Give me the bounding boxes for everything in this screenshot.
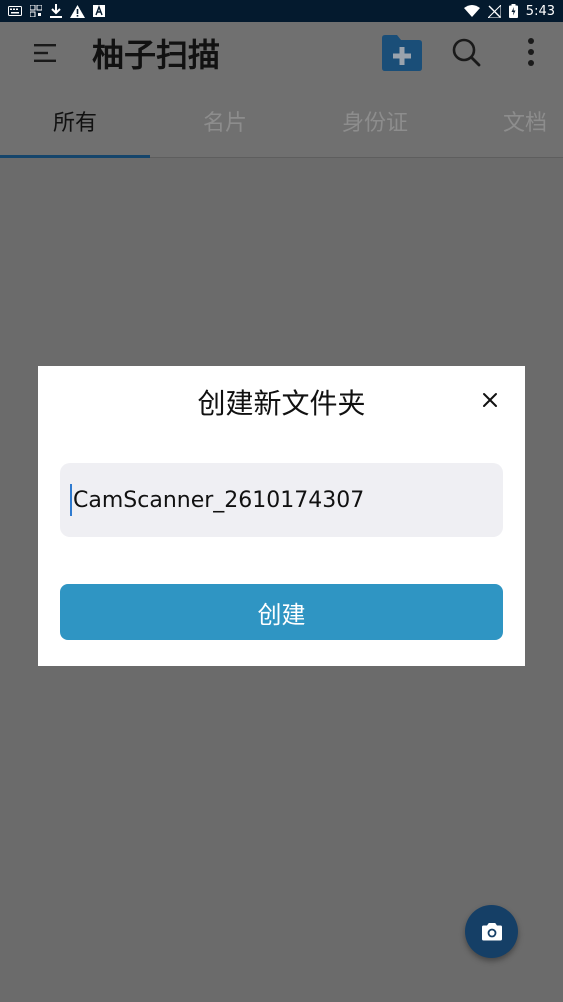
tab-indicator bbox=[0, 155, 150, 158]
search-button[interactable] bbox=[450, 36, 482, 68]
folder-name-input[interactable]: CamScanner_2610174307 bbox=[60, 463, 503, 537]
download-icon bbox=[50, 4, 62, 18]
more-vertical-icon bbox=[528, 38, 534, 66]
menu-icon bbox=[34, 44, 56, 62]
close-button[interactable] bbox=[476, 386, 504, 414]
create-folder-dialog: 创建新文件夹 CamScanner_2610174307 创建 bbox=[38, 366, 525, 666]
signal-off-icon bbox=[487, 4, 501, 18]
tab-documents[interactable]: 文档 bbox=[450, 84, 563, 158]
warning-icon bbox=[70, 4, 85, 18]
status-time: 5:43 bbox=[525, 3, 555, 19]
search-icon bbox=[452, 38, 481, 67]
screen: 5:43 柚子扫描 所有 名片 身份证 文档 创建新文件夹 CamScanner… bbox=[0, 0, 563, 1002]
status-bar: 5:43 bbox=[0, 0, 563, 22]
qr-icon bbox=[30, 5, 42, 17]
keyboard-icon bbox=[8, 6, 22, 16]
menu-button[interactable] bbox=[30, 40, 60, 66]
tab-all[interactable]: 所有 bbox=[0, 84, 150, 158]
more-options-button[interactable] bbox=[520, 34, 542, 72]
tab-id-card[interactable]: 身份证 bbox=[300, 84, 450, 158]
new-folder-button[interactable] bbox=[380, 34, 424, 72]
folder-add-icon bbox=[382, 35, 422, 71]
a-badge-icon bbox=[93, 5, 105, 17]
create-button[interactable]: 创建 bbox=[60, 584, 503, 640]
text-caret bbox=[70, 484, 72, 516]
app-title: 柚子扫描 bbox=[92, 36, 221, 74]
battery-charging-icon bbox=[508, 4, 518, 18]
wifi-icon bbox=[463, 5, 480, 17]
folder-name-value: CamScanner_2610174307 bbox=[73, 487, 365, 513]
status-icons-left bbox=[8, 4, 105, 18]
close-icon bbox=[483, 393, 497, 407]
app-bar: 柚子扫描 bbox=[0, 22, 563, 84]
dialog-title: 创建新文件夹 bbox=[197, 387, 366, 420]
status-icons-right: 5:43 bbox=[463, 3, 555, 19]
tab-bar: 所有 名片 身份证 文档 bbox=[0, 84, 563, 158]
camera-button[interactable] bbox=[465, 905, 518, 958]
camera-icon bbox=[481, 922, 502, 940]
tab-business-card[interactable]: 名片 bbox=[150, 84, 300, 158]
